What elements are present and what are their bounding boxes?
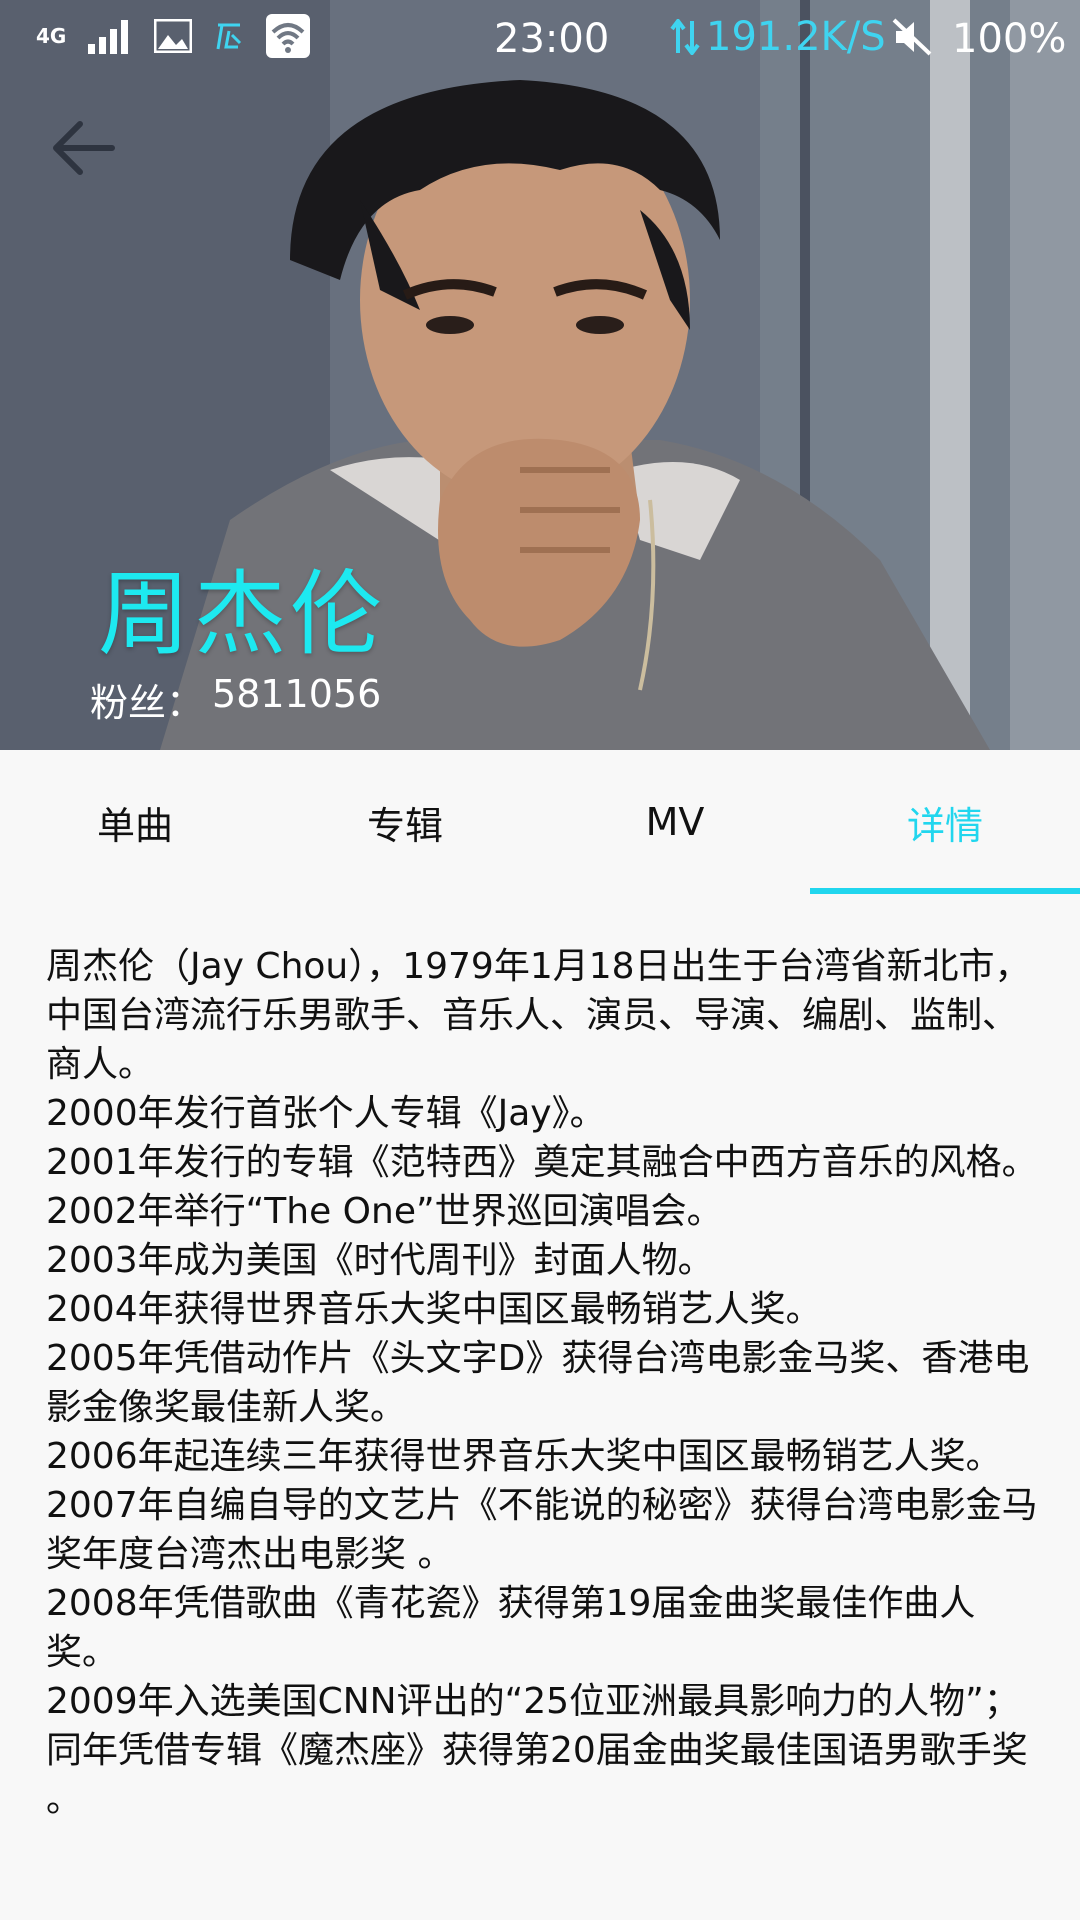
network-speed: 191.2K/S xyxy=(670,14,886,60)
fans-label: 粉丝： xyxy=(90,681,205,725)
artist-details: 周杰伦（Jay Chou），1979年1月18日出生于台湾省新北市，中国台湾流行… xyxy=(46,942,1040,1920)
wifi-icon xyxy=(266,14,311,58)
tab-singles[interactable]: 单曲 xyxy=(0,750,270,894)
status-icons: 4G xyxy=(36,14,311,58)
speed-value: 191.2K/S xyxy=(706,14,886,60)
detail-paragraph: 2004年获得世界音乐大奖中国区最畅销艺人奖。 xyxy=(46,1289,822,1330)
tab-albums[interactable]: 专辑 xyxy=(270,750,540,894)
detail-paragraph: 2000年发行首张个人专辑《Jay》。 xyxy=(46,1093,606,1134)
app-notification-icon xyxy=(216,23,242,50)
signal-icon xyxy=(88,20,129,54)
battery-level: 100% xyxy=(952,16,1067,62)
updown-arrows-icon xyxy=(670,19,700,55)
detail-paragraph: 2001年发行的专辑《范特西》奠定其融合中西方音乐的风格。 xyxy=(46,1142,1038,1183)
tab-details[interactable]: 详情 xyxy=(810,750,1080,894)
network-type: 4G xyxy=(36,24,67,48)
back-arrow-icon[interactable] xyxy=(50,116,118,180)
fans-value: 5811056 xyxy=(212,672,382,716)
status-bar: 4G 23:00 191.2K/S 100% xyxy=(0,0,1080,76)
detail-paragraph: 2009年入选美国CNN评出的“25位亚洲最具影响力的人物”；同年凭借专辑《魔杰… xyxy=(46,1681,1028,1820)
detail-paragraph: 2005年凭借动作片《头文字D》获得台湾电影金马奖、香港电影金像奖最佳新人奖。 xyxy=(46,1338,1030,1428)
detail-paragraph: 2006年起连续三年获得世界音乐大奖中国区最畅销艺人奖。 xyxy=(46,1436,1002,1477)
fans-count: 粉丝： 5811056 xyxy=(90,672,381,727)
artist-name: 周杰伦 xyxy=(98,561,387,668)
detail-paragraph: 2008年凭借歌曲《青花瓷》获得第19届金曲奖最佳作曲人奖。 xyxy=(46,1583,976,1673)
artist-hero: 4G 23:00 191.2K/S 100% 周杰伦 粉丝： 5811056 xyxy=(0,0,1080,750)
detail-paragraph: 2007年自编自导的文艺片《不能说的秘密》获得台湾电影金马奖年度台湾杰出电影奖 … xyxy=(46,1485,1038,1575)
image-notification-icon xyxy=(154,19,193,53)
tab-mv[interactable]: MV xyxy=(540,750,810,894)
tab-bar: 单曲 专辑 MV 详情 xyxy=(0,750,1080,894)
detail-paragraph: 2003年成为美国《时代周刊》封面人物。 xyxy=(46,1240,714,1281)
active-tab-indicator xyxy=(810,888,1080,894)
clock: 23:00 xyxy=(494,16,610,62)
mute-icon xyxy=(892,18,932,56)
detail-paragraph: 周杰伦（Jay Chou），1979年1月18日出生于台湾省新北市，中国台湾流行… xyxy=(46,946,1031,1085)
detail-paragraph: 2002年举行“The One”世界巡回演唱会。 xyxy=(46,1191,723,1232)
